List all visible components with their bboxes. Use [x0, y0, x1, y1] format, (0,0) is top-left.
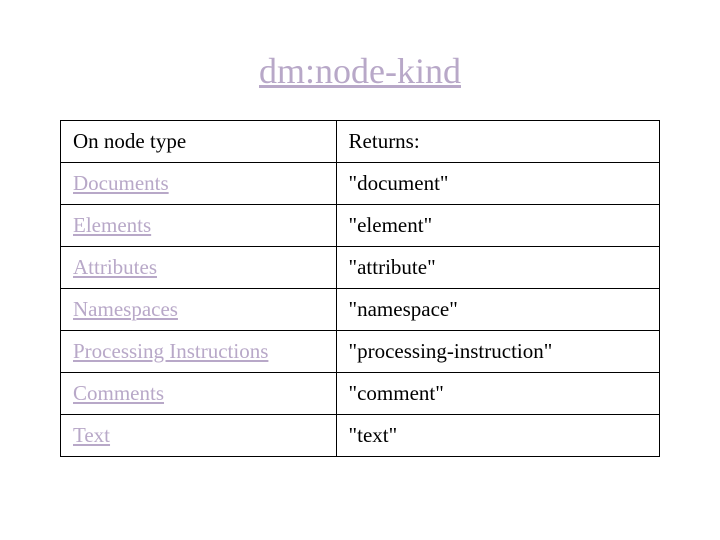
cell-returns: "text"	[336, 415, 659, 457]
node-kind-table: On node type Returns: Documents "documen…	[60, 120, 660, 457]
cell-returns: "namespace"	[336, 289, 659, 331]
header-returns: Returns:	[336, 121, 659, 163]
table-row: Comments "comment"	[61, 373, 660, 415]
cell-node-type-namespaces[interactable]: Namespaces	[61, 289, 337, 331]
cell-returns: "element"	[336, 205, 659, 247]
cell-node-type-elements[interactable]: Elements	[61, 205, 337, 247]
table-row: Namespaces "namespace"	[61, 289, 660, 331]
cell-returns: "attribute"	[336, 247, 659, 289]
cell-node-type-text[interactable]: Text	[61, 415, 337, 457]
page-title: dm:node-kind	[60, 50, 660, 92]
cell-node-type-attributes[interactable]: Attributes	[61, 247, 337, 289]
cell-node-type-comments[interactable]: Comments	[61, 373, 337, 415]
table-row: Documents "document"	[61, 163, 660, 205]
cell-returns: "comment"	[336, 373, 659, 415]
cell-returns: "document"	[336, 163, 659, 205]
table-row: Attributes "attribute"	[61, 247, 660, 289]
table-header-row: On node type Returns:	[61, 121, 660, 163]
table-row: Elements "element"	[61, 205, 660, 247]
table-row: Text "text"	[61, 415, 660, 457]
table-row: Processing Instructions "processing-inst…	[61, 331, 660, 373]
cell-node-type-processing-instructions[interactable]: Processing Instructions	[61, 331, 337, 373]
cell-returns: "processing-instruction"	[336, 331, 659, 373]
cell-node-type-documents[interactable]: Documents	[61, 163, 337, 205]
header-node-type: On node type	[61, 121, 337, 163]
